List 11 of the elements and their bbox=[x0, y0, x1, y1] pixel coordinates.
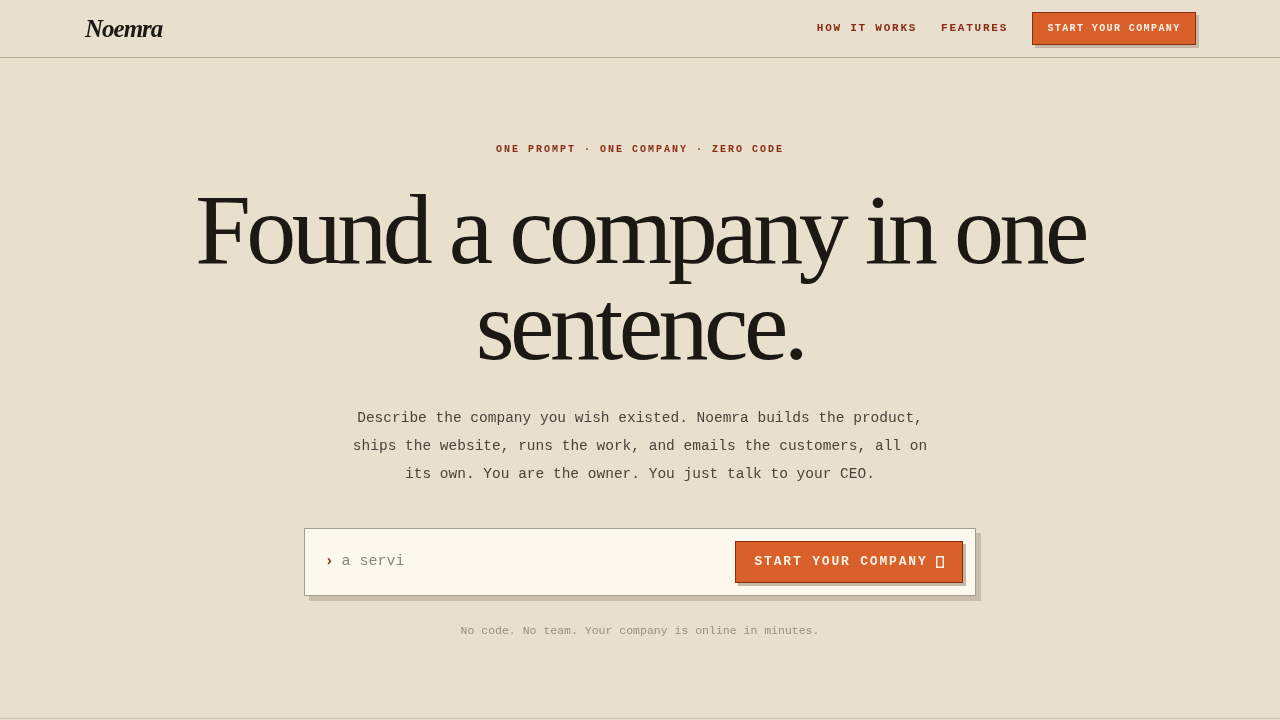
prompt-mark: › bbox=[325, 551, 334, 571]
note-text: No code. No team. Your company is online in minutes. bbox=[460, 623, 820, 639]
eyebrow-text: ONE PROMPT · ONE COMPANY · ZERO CODE bbox=[495, 144, 784, 156]
nav-link[interactable]: HOW IT WORKS bbox=[816, 20, 918, 37]
rectangle-icon bbox=[935, 556, 944, 568]
nav-link[interactable]: FEATURES bbox=[941, 20, 1008, 37]
logo[interactable]: Noemra bbox=[85, 16, 163, 41]
start-company-button[interactable]: START YOUR COMPANY bbox=[1032, 12, 1196, 45]
description-text: Describe the company you wish existed. Noemra builds the product, ships the website, runs the work, and emails the customers, all on its own. You are the owner. You just talk to your CEO. bbox=[351, 409, 929, 484]
headline: Found a company in one sentence. bbox=[194, 182, 1087, 374]
start-company-button[interactable]: START YOUR COMPANY bbox=[735, 541, 963, 583]
